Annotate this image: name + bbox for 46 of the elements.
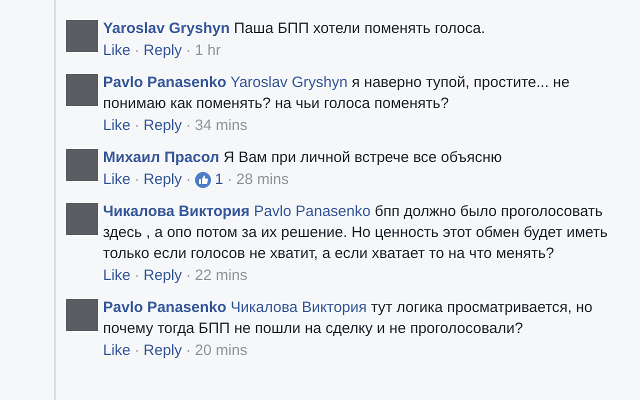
author-link[interactable]: Pavlo Panasenko [103, 299, 226, 316]
thumbs-up-icon [194, 172, 211, 188]
reply-link[interactable]: Reply [144, 168, 182, 192]
comment-time: 34 mins [194, 116, 248, 136]
like-link[interactable]: Like [103, 339, 131, 363]
comment-time: 22 mins [194, 266, 248, 286]
separator-dot: · [134, 341, 140, 361]
like-link[interactable]: Like [103, 39, 131, 63]
avatar-placeholder [66, 20, 98, 52]
separator-dot: · [134, 266, 140, 286]
comment-text: Pavlo Panasenko Yaroslav Gryshyn я наверно тупой, простите... не понимаю как поменять? на чьи голоса поменять? [103, 73, 571, 114]
comment-time: 1 hr [194, 41, 221, 61]
avatar-placeholder [66, 149, 98, 181]
separator-dot: · [227, 170, 232, 190]
separator-dot: · [134, 41, 140, 61]
separator-dot: · [186, 41, 191, 61]
like-count: 1 [214, 170, 224, 190]
author-link[interactable]: Pavlo Panasenko [103, 74, 226, 91]
mention-link[interactable]: Yaroslav Gryshyn [230, 74, 348, 91]
separator-dot: · [186, 116, 191, 136]
comment-text: Pavlo Panasenko Чикалова Виктория тут логика просматривается, но почему тогда БПП не пошли на сделку и не проголосовали? [103, 298, 594, 339]
comment-text: Михаил Прасол Я Вам при личной встрече все объясню [103, 148, 503, 168]
author-link[interactable]: Михаил Прасол [103, 149, 220, 166]
like-link[interactable]: Like [103, 114, 131, 138]
like-link[interactable]: Like [103, 264, 131, 288]
separator-dot: · [134, 116, 140, 136]
separator-dot: · [186, 341, 191, 361]
comment-text: Yaroslav Gryshyn Паша БПП хотели поменять голоса. [103, 19, 486, 39]
avatar-placeholder [66, 299, 98, 331]
separator-dot: · [134, 170, 140, 190]
separator-dot: · [186, 170, 191, 190]
avatar-placeholder [66, 74, 98, 106]
mention-link[interactable]: Pavlo Panasenko [254, 203, 371, 220]
comment-time: 20 mins [194, 341, 248, 361]
like-link[interactable]: Like [103, 168, 131, 192]
reply-link[interactable]: Reply [144, 264, 182, 288]
author-link[interactable]: Чикалова Виктория [103, 203, 250, 220]
reply-link[interactable]: Reply [144, 339, 182, 363]
separator-dot: · [186, 266, 191, 286]
author-link[interactable]: Yaroslav Gryshyn [103, 20, 230, 37]
comment-text: Чикалова Виктория Pavlo Panasenko бпп должно было проголосовать здесь , а опо потом за их решение. Но ценность этот обмен будет иметь только если голосов не хватит, а если хватает то на что менять? [103, 202, 608, 264]
reply-link[interactable]: Reply [144, 39, 182, 63]
reply-link[interactable]: Reply [144, 114, 182, 138]
comment-time: 28 mins [236, 170, 289, 190]
avatar-placeholder [66, 203, 98, 235]
mention-link[interactable]: Чикалова Виктория [230, 299, 367, 316]
